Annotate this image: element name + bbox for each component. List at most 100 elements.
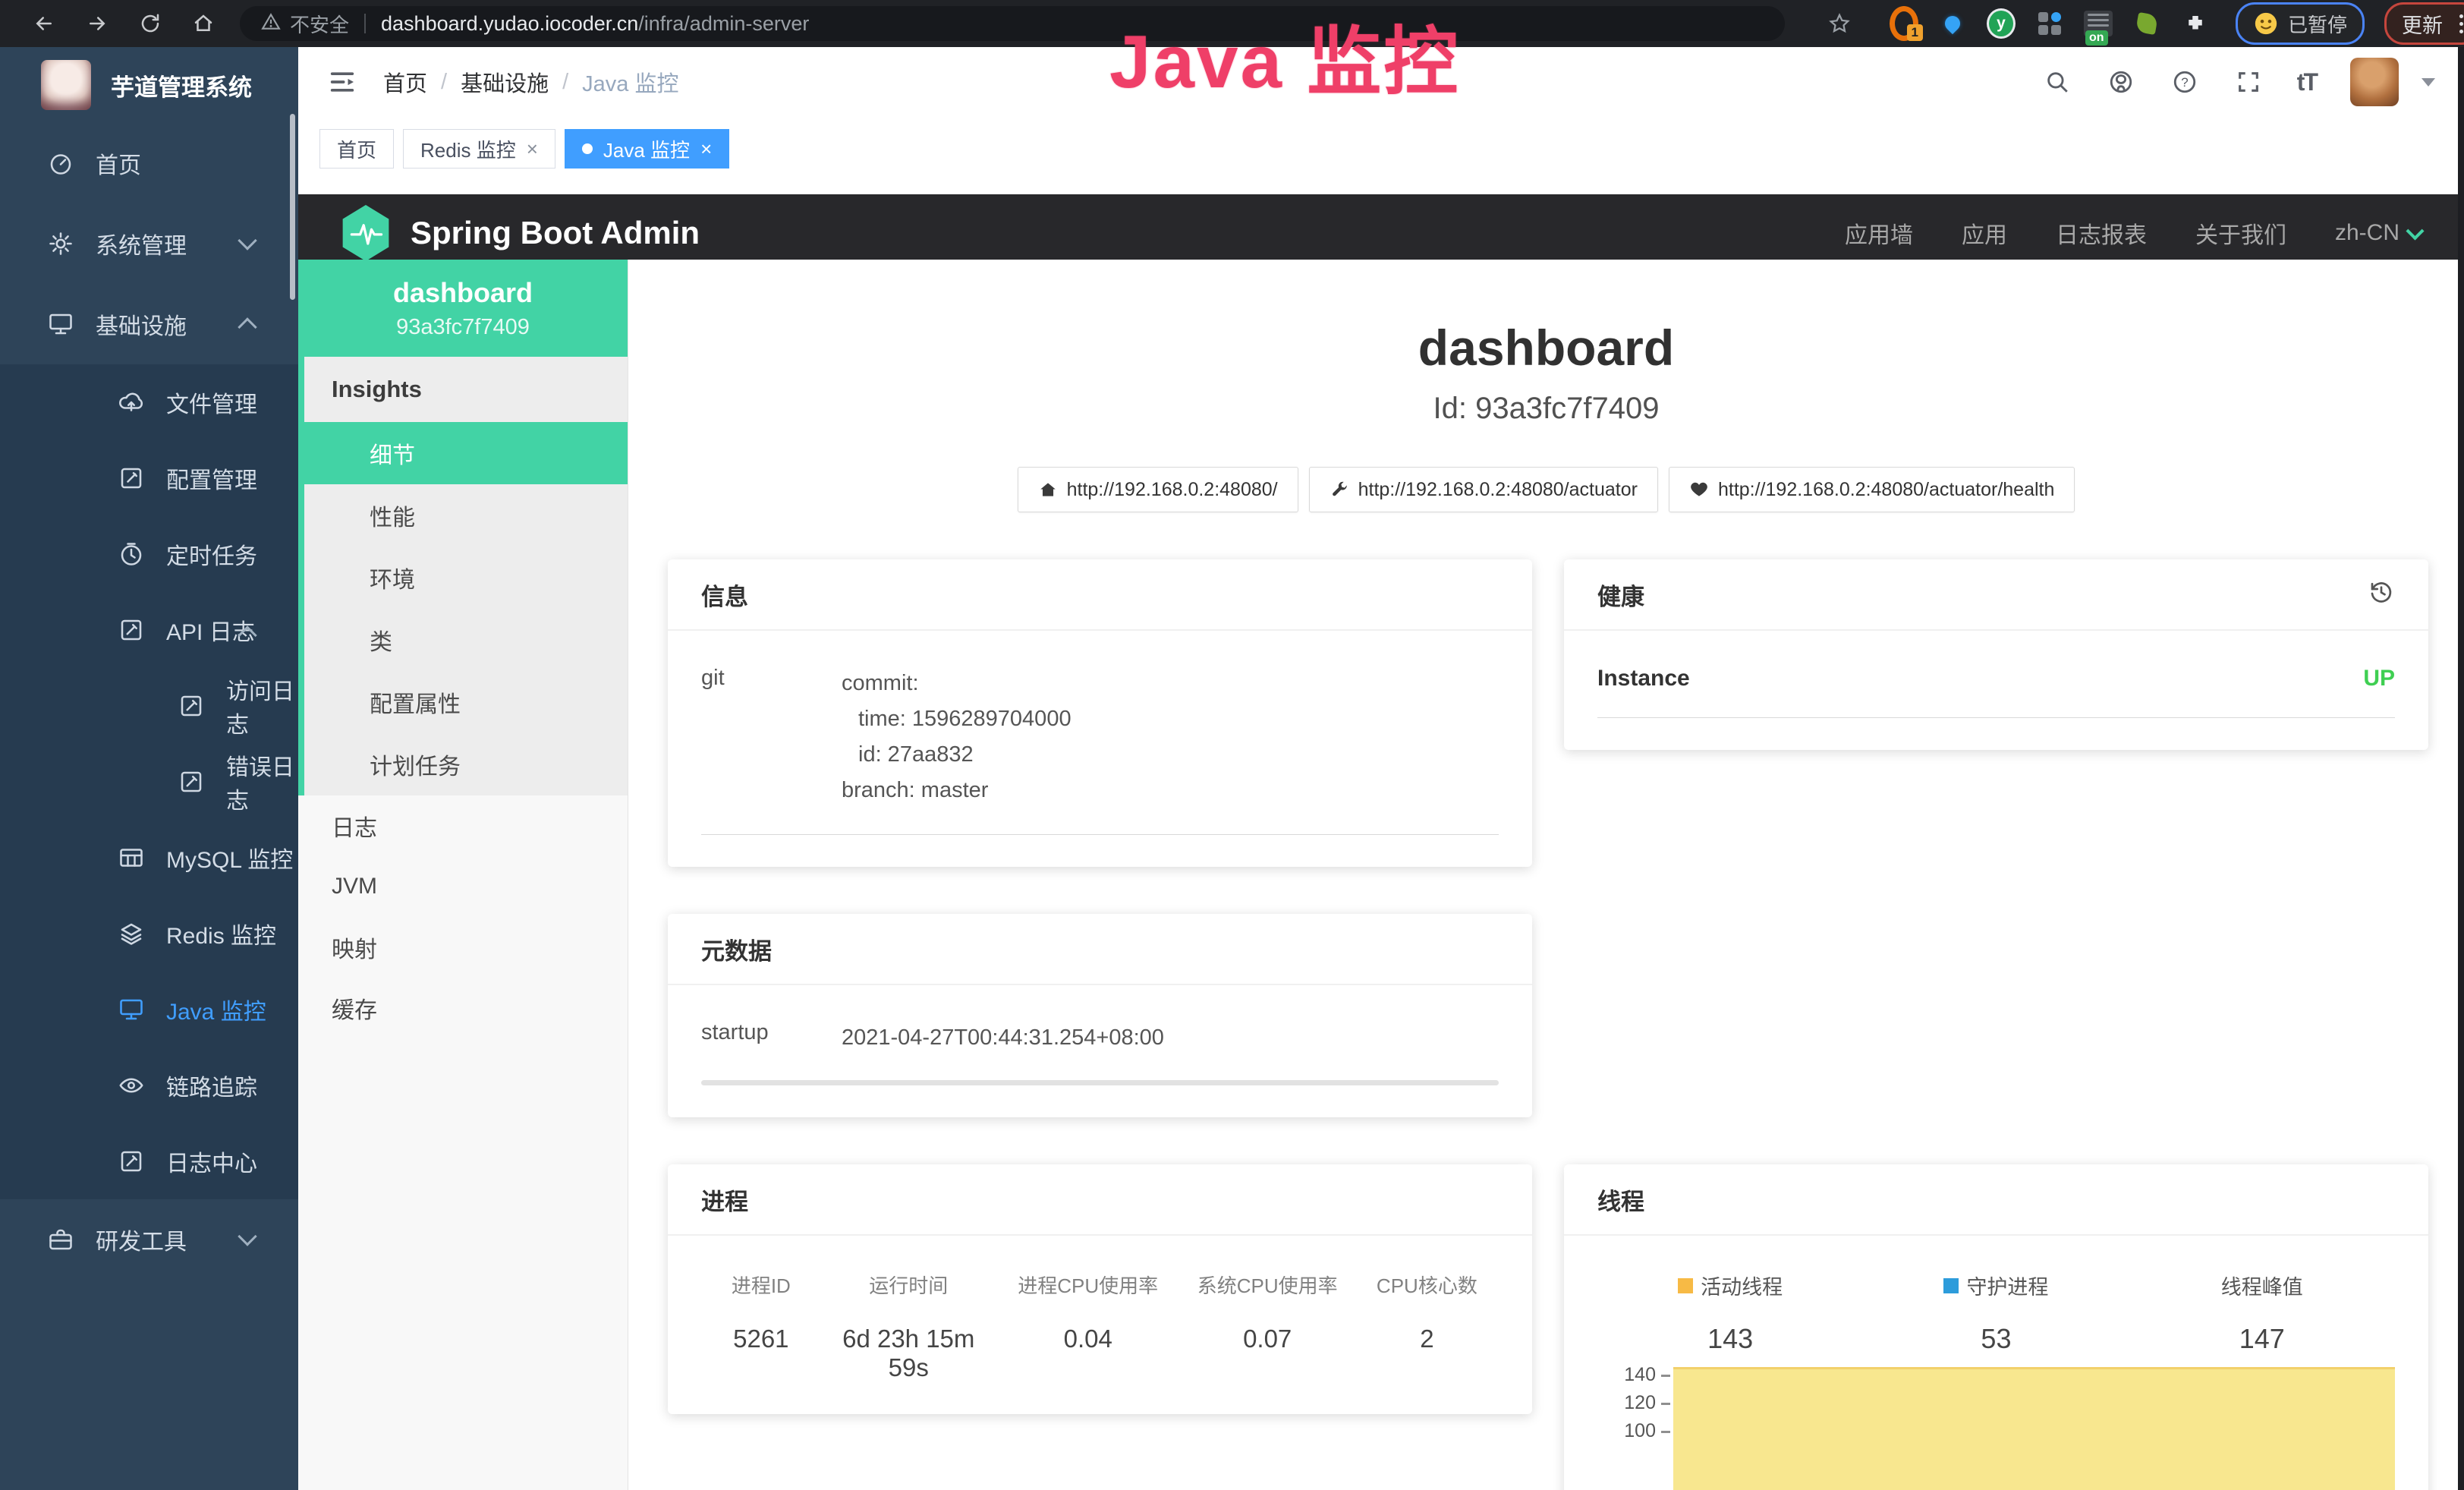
process-table: 进程ID5261 运行时间6d 23h 15m 59s 进程CPU使用率0.04…	[701, 1271, 1499, 1382]
timer-icon	[118, 540, 145, 568]
close-icon[interactable]: ×	[527, 139, 538, 159]
sba-menu-details[interactable]: 细节	[298, 422, 628, 484]
threads-legend: 活动线程 143 守护进程 53 线程峰值 147	[1597, 1271, 2395, 1355]
cloud-upload-icon	[118, 389, 145, 416]
layers-icon	[118, 920, 145, 947]
sidebar-item-mysql[interactable]: MySQL 监控	[0, 820, 298, 896]
sba-nav-wallboard[interactable]: 应用墙	[1845, 216, 1913, 250]
instance-links: http://192.168.0.2:48080/ http://192.168…	[628, 467, 2464, 512]
threads-chart: 140 120 100	[1597, 1375, 2395, 1473]
instance-name: dashboard	[393, 277, 533, 309]
sba-brand-title[interactable]: Spring Boot Admin	[411, 215, 700, 251]
tab-java-monitor[interactable]: Java 监控 ×	[565, 129, 729, 169]
extension-on-badge: on	[2085, 30, 2108, 46]
status-badge: UP	[2363, 666, 2395, 691]
profile-paused-pill[interactable]: 已暂停	[2236, 2, 2365, 45]
back-icon[interactable]	[29, 8, 59, 39]
sidebar-item-java-monitor[interactable]: Java 监控	[0, 972, 298, 1047]
svg-text:?: ?	[2181, 75, 2188, 90]
actuator-url-button[interactable]: http://192.168.0.2:48080/actuator	[1309, 467, 1658, 512]
sba-nav-journal[interactable]: 日志报表	[2056, 216, 2147, 250]
user-avatar[interactable]	[2350, 58, 2399, 106]
health-url-button[interactable]: http://192.168.0.2:48080/actuator/health	[1669, 467, 2075, 512]
security-label[interactable]: 不安全	[290, 10, 349, 38]
spring-boot-admin-logo[interactable]	[341, 205, 391, 261]
infra-submenu: 文件管理 配置管理 定时任务 API 日志 访问日志 错误日志 MySQL 监控	[0, 364, 298, 1199]
tab-redis-monitor[interactable]: Redis 监控 ×	[403, 129, 555, 169]
info-card-title: 信息	[668, 559, 1532, 631]
threads-chart-plot	[1673, 1375, 2395, 1473]
close-icon[interactable]: ×	[700, 139, 712, 159]
tab-home[interactable]: 首页	[319, 129, 394, 169]
sba-menu-metrics[interactable]: 性能	[304, 484, 628, 547]
chevron-down-icon	[238, 231, 256, 250]
breadcrumb-infra[interactable]: 基础设施	[461, 66, 549, 98]
sidebar-item-redis[interactable]: Redis 监控	[0, 896, 298, 972]
sidebar-item-log-center[interactable]: 日志中心	[0, 1123, 298, 1199]
url-path: /infra/admin-server	[638, 12, 809, 36]
sba-nav-about[interactable]: 关于我们	[2195, 216, 2286, 250]
home-icon[interactable]	[188, 8, 219, 39]
chevron-up-icon	[238, 317, 256, 336]
help-icon[interactable]: ?	[2170, 67, 2200, 97]
sba-menu-mappings[interactable]: 映射	[298, 917, 628, 978]
search-icon[interactable]	[2042, 67, 2072, 97]
edit-icon	[118, 465, 145, 492]
forward-icon[interactable]	[82, 8, 112, 39]
hamburger-icon[interactable]	[327, 67, 357, 97]
service-url-button[interactable]: http://192.168.0.2:48080/	[1018, 467, 1298, 512]
reload-icon[interactable]	[135, 8, 165, 39]
sba-menu-environment[interactable]: 环境	[304, 547, 628, 609]
horizontal-scrollbar[interactable]	[701, 1080, 1499, 1085]
sba-menu-logs[interactable]: 日志	[298, 795, 628, 856]
home-icon	[1038, 480, 1058, 499]
not-secure-warning-icon	[261, 12, 281, 36]
instance-header[interactable]: dashboard 93a3fc7f7409	[298, 260, 628, 357]
sidebar-item-devtools[interactable]: 研发工具	[0, 1199, 298, 1280]
sidebar-item-config[interactable]: 配置管理	[0, 440, 298, 516]
sidebar-item-access-log[interactable]: 访问日志	[0, 668, 298, 744]
app-logo[interactable]: 芋道管理系统	[0, 47, 298, 123]
logo-avatar	[41, 60, 91, 110]
chrome-update-menu[interactable]: 更新	[2384, 2, 2464, 45]
extension-switch-icon[interactable]: on	[2084, 9, 2113, 38]
avatar-caret-icon[interactable]	[2422, 78, 2435, 87]
extensions-puzzle-icon[interactable]	[2181, 9, 2210, 38]
sidebar-item-home[interactable]: 首页	[0, 123, 298, 203]
history-icon[interactable]	[2368, 578, 2395, 611]
extension-pin-icon[interactable]	[1938, 9, 1967, 38]
sba-menu-caches[interactable]: 缓存	[298, 978, 628, 1038]
language-select[interactable]: zh-CN	[2335, 220, 2422, 246]
metadata-card-title: 元数据	[668, 914, 1532, 985]
info-row-git: git commit: time: 1596289704000 id: 27aa…	[701, 666, 1499, 835]
address-bar[interactable]: 不安全 dashboard.yudao.iocoder.cn /infra/ad…	[240, 6, 1785, 41]
sidebar-item-error-log[interactable]: 错误日志	[0, 744, 298, 820]
sidebar-item-system[interactable]: 系统管理	[0, 203, 298, 284]
github-icon[interactable]	[2106, 67, 2136, 97]
font-size-icon[interactable]: tT	[2297, 68, 2317, 96]
sidebar-item-tracing[interactable]: 链路追踪	[0, 1047, 298, 1123]
annotation-java-monitor: Java 监控	[1109, 2, 1460, 109]
page-title: dashboard	[628, 319, 2464, 376]
extension-leaf-icon[interactable]	[2132, 9, 2161, 38]
sidebar-scrollbar[interactable]	[290, 114, 295, 300]
sba-menu-classes[interactable]: 类	[304, 609, 628, 671]
extension-green-icon[interactable]: y	[1987, 9, 2016, 38]
bookmark-star-icon[interactable]	[1824, 8, 1855, 39]
sba-menu-configprops[interactable]: 配置属性	[304, 671, 628, 733]
eye-icon	[118, 1072, 145, 1099]
insights-section-title: Insights	[304, 357, 628, 422]
sidebar-item-jobs[interactable]: 定时任务	[0, 516, 298, 592]
sba-menu-jvm[interactable]: JVM	[298, 856, 628, 917]
extension-grid-icon[interactable]	[2035, 9, 2064, 38]
extension-orange-icon[interactable]: 1	[1890, 9, 1918, 38]
sba-menu-scheduled-tasks[interactable]: 计划任务	[304, 733, 628, 795]
sidebar-item-infra[interactable]: 基础设施	[0, 284, 298, 364]
fullscreen-icon[interactable]	[2233, 67, 2264, 97]
sba-nav-applications[interactable]: 应用	[1962, 216, 2007, 250]
app-sidebar: 芋道管理系统 首页 系统管理 基础设施 文件管理 配置管理 定时任务 API 日…	[0, 47, 298, 1490]
breadcrumb-home[interactable]: 首页	[383, 66, 427, 98]
sidebar-item-files[interactable]: 文件管理	[0, 364, 298, 440]
info-card: 信息 git commit: time: 1596289704000 id: 2…	[668, 559, 1532, 867]
sidebar-item-api-log[interactable]: API 日志	[0, 592, 298, 668]
